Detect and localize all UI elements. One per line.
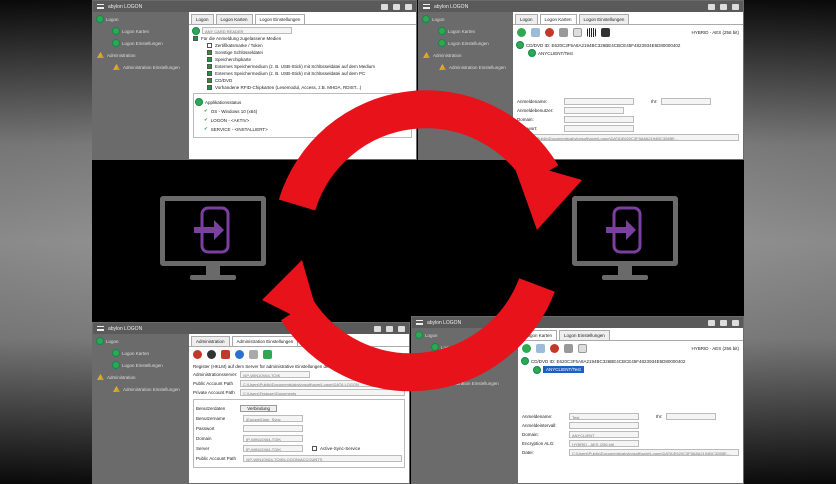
arrow-top — [278, 90, 559, 211]
right-edge-blur — [744, 0, 836, 484]
arrow-top-head — [512, 160, 582, 230]
left-edge-blur — [0, 0, 92, 484]
stage: abylon LOGON Logon Logon Karten Logon Ei… — [92, 0, 744, 484]
sync-cycle-arrows — [262, 90, 582, 392]
arrow-bottom — [281, 277, 555, 392]
